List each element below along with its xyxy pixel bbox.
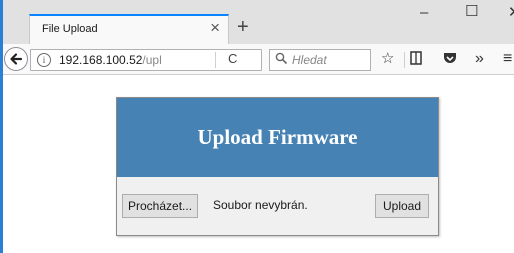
- window-close-icon[interactable]: ✕: [508, 3, 514, 23]
- url-text: 192.168.100.52/upl: [59, 53, 162, 67]
- address-bar[interactable]: i 192.168.100.52/upl C: [30, 49, 262, 71]
- new-tab-icon[interactable]: +: [237, 17, 249, 37]
- back-arrow-icon: [10, 53, 23, 65]
- info-icon[interactable]: i: [37, 53, 51, 67]
- overflow-icon[interactable]: »: [475, 50, 484, 68]
- url-separator: [215, 52, 216, 68]
- tab-file-upload[interactable]: File Upload ×: [29, 14, 229, 44]
- menu-icon[interactable]: ≡: [503, 50, 512, 68]
- close-tab-icon[interactable]: ×: [210, 18, 220, 38]
- upload-panel: Upload Firmware Procházet... Soubor nevy…: [116, 97, 439, 236]
- star-icon[interactable]: ☆: [381, 50, 394, 68]
- toolbar-separator: [404, 52, 405, 68]
- browse-button[interactable]: Procházet...: [122, 194, 199, 218]
- url-host: 192.168.100.52: [59, 53, 143, 67]
- back-button[interactable]: [4, 47, 28, 71]
- maximize-icon[interactable]: ☐: [465, 2, 478, 22]
- no-file-label: Soubor nevybrán.: [213, 198, 308, 212]
- search-placeholder: Hledat: [292, 53, 327, 67]
- reload-icon[interactable]: C: [228, 51, 237, 66]
- search-icon: [275, 52, 288, 65]
- navigation-bar: i 192.168.100.52/upl C Hledat ☆ » ≡: [3, 44, 514, 75]
- library-icon[interactable]: [409, 50, 423, 71]
- tab-strip: File Upload × + – ☐ ✕: [3, 0, 514, 44]
- search-bar[interactable]: Hledat: [269, 49, 371, 71]
- page-title: Upload Firmware: [197, 125, 358, 149]
- upload-button[interactable]: Upload: [375, 194, 430, 218]
- minimize-icon[interactable]: –: [420, 3, 428, 23]
- url-path: /upl: [142, 53, 162, 67]
- pocket-icon[interactable]: [442, 50, 458, 71]
- tab-title: File Upload: [42, 23, 98, 35]
- panel-header: Upload Firmware: [117, 98, 438, 177]
